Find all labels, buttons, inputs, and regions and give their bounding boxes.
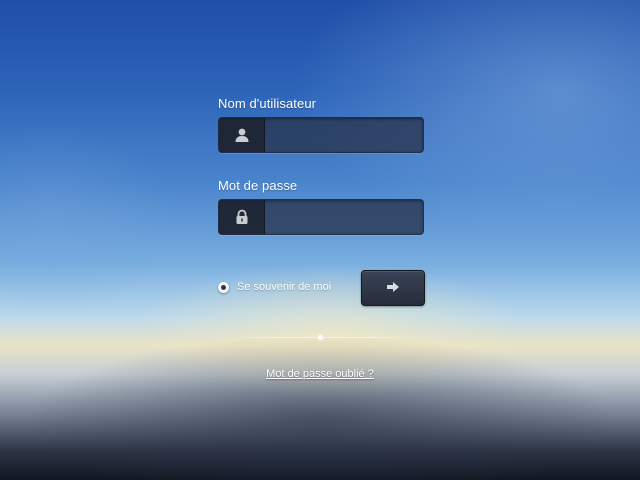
forgot-password-link[interactable]: Mot de passe oublié ? xyxy=(266,368,374,380)
password-field[interactable] xyxy=(218,199,424,235)
arrow-right-icon xyxy=(386,281,400,296)
username-label: Nom d'utilisateur xyxy=(218,96,317,111)
user-icon xyxy=(219,118,265,152)
username-field[interactable] xyxy=(218,117,424,153)
username-input[interactable] xyxy=(265,118,421,152)
login-submit-button[interactable] xyxy=(361,270,425,306)
password-label: Mot de passe xyxy=(218,178,298,193)
background-glow xyxy=(0,120,180,320)
remember-me-radio[interactable] xyxy=(218,281,229,293)
divider-dot xyxy=(318,335,323,340)
lock-icon xyxy=(219,200,265,234)
password-input[interactable] xyxy=(265,200,421,234)
login-screen: Nom d'utilisateur Mot de passe Se souven… xyxy=(0,0,640,480)
radio-selected-dot xyxy=(221,284,226,290)
remember-me-label: Se souvenir de moi xyxy=(237,281,332,293)
remember-me-toggle[interactable]: Se souvenir de moi xyxy=(218,281,331,293)
forgot-password-container: Mot de passe oublié ? xyxy=(0,368,640,380)
